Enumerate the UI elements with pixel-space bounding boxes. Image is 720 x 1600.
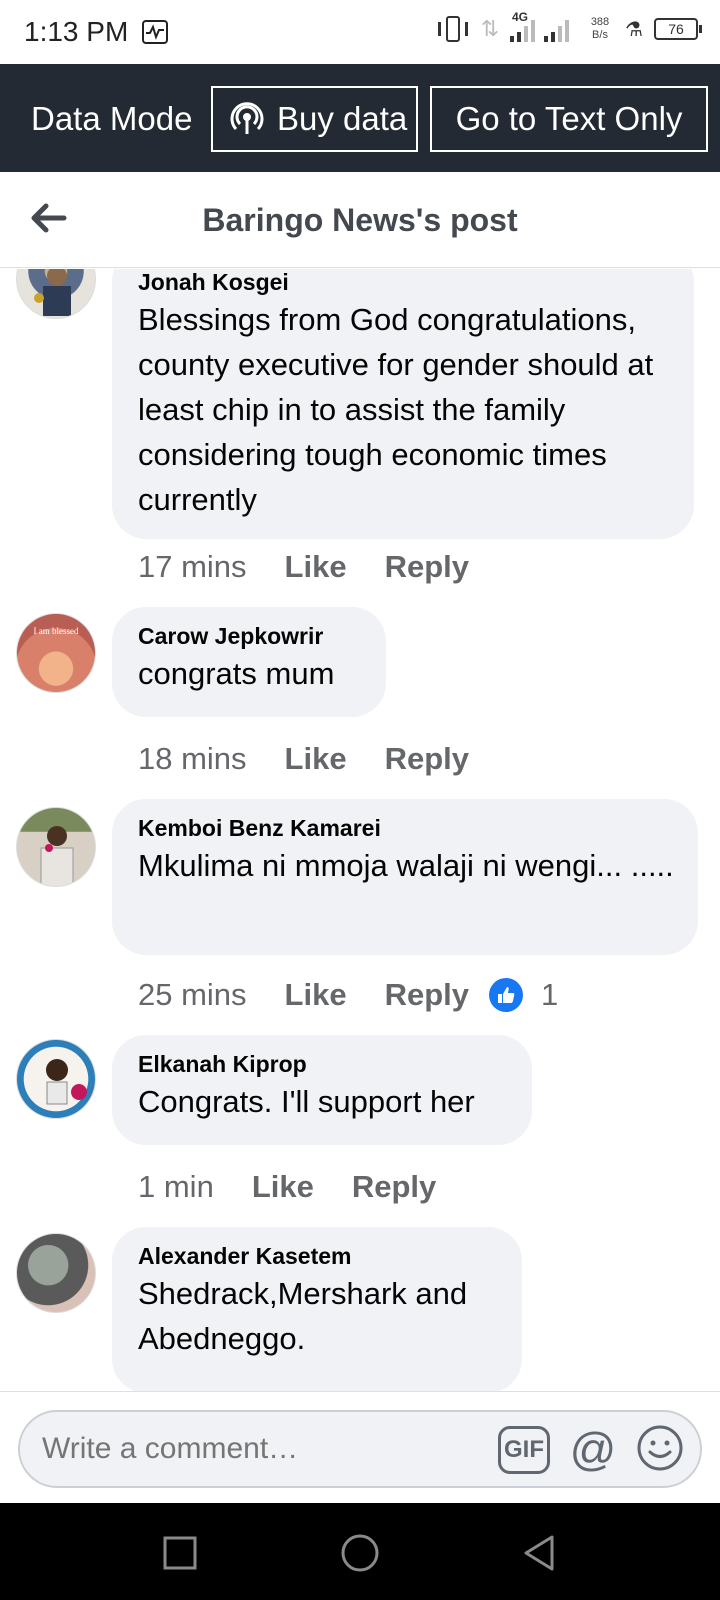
buy-data-label: Buy data: [277, 100, 408, 137]
emoji-icon[interactable]: [636, 1424, 684, 1472]
avatar[interactable]: [16, 807, 96, 887]
avatar[interactable]: [16, 1039, 96, 1119]
text-only-label: Go to Text Only: [455, 100, 683, 137]
comment-author[interactable]: Kemboi Benz Kamarei: [138, 813, 672, 843]
comment-time[interactable]: 1 min: [138, 1169, 214, 1205]
comment-text: Congrats. I'll support her: [138, 1084, 475, 1119]
signal-icon: 4G: [510, 10, 576, 44]
comment-time[interactable]: 25 mins: [138, 977, 247, 1013]
comment-author[interactable]: Alexander Kasetem: [138, 1241, 496, 1271]
comment-bubble[interactable]: Elkanah Kiprop Congrats. I'll support he…: [112, 1035, 532, 1145]
system-nav-bar: [0, 1503, 720, 1600]
avatar[interactable]: [16, 1233, 96, 1313]
comment-actions: 17 mins Like Reply: [138, 549, 469, 585]
text-only-button[interactable]: Go to Text Only: [430, 86, 708, 152]
like-button[interactable]: Like: [285, 977, 347, 1013]
comment-time[interactable]: 17 mins: [138, 549, 247, 585]
broadcast-icon: [230, 102, 264, 134]
post-header: Baringo News's post: [0, 172, 720, 268]
avatar[interactable]: I am blessed: [16, 613, 96, 693]
rate-unit: B/s: [592, 29, 608, 41]
vibrate-icon: [436, 14, 470, 44]
comment-bubble[interactable]: Kemboi Benz Kamarei Mkulima ni mmoja wal…: [112, 799, 698, 955]
data-arrows-icon: ⇅: [480, 16, 500, 41]
comment-author[interactable]: Carow Jepkowrir: [138, 621, 360, 651]
comment-bubble[interactable]: Carow Jepkowrir congrats mum: [112, 607, 386, 717]
reaction-summary[interactable]: 1: [489, 977, 558, 1013]
gif-button[interactable]: GIF: [498, 1426, 550, 1474]
mention-button[interactable]: @: [568, 1424, 618, 1474]
home-icon[interactable]: [340, 1533, 380, 1573]
page-title: Baringo News's post: [202, 202, 518, 238]
like-button[interactable]: Like: [285, 549, 347, 585]
reply-button[interactable]: Reply: [352, 1169, 436, 1205]
comment-text: Mkulima ni mmoja walaji ni wengi... ....…: [138, 848, 674, 883]
flask-icon: ⚗: [625, 18, 643, 41]
comment-author[interactable]: Elkanah Kiprop: [138, 1049, 506, 1079]
avatar-caption: I am blessed: [33, 626, 79, 636]
status-icons: ⇅ 4G 388 B/s ⚗ 76: [436, 10, 702, 44]
comment-composer: GIF @: [0, 1391, 720, 1503]
network-rate: 388 B/s: [586, 16, 614, 42]
status-bar: 1:13 PM ⇅ 4G 388 B/s ⚗ 76: [0, 0, 720, 64]
rate-value: 388: [590, 16, 610, 28]
recents-icon[interactable]: [160, 1533, 200, 1573]
reply-button[interactable]: Reply: [385, 977, 469, 1013]
comment-actions: 1 min Like Reply: [138, 1169, 436, 1205]
comment-author[interactable]: Jonah Kosgei: [138, 269, 668, 297]
comment-text: congrats mum: [138, 656, 335, 691]
status-time: 1:13 PM: [24, 16, 129, 47]
comment-bubble[interactable]: Alexander Kasetem Shedrack,Mershark and …: [112, 1227, 522, 1391]
data-mode-label: Data Mode: [31, 100, 193, 137]
battery-level: 76: [668, 21, 684, 37]
like-button[interactable]: Like: [252, 1169, 314, 1205]
activity-icon: [142, 20, 168, 44]
comment-bubble[interactable]: Jonah Kosgei Blessings from God congratu…: [112, 269, 694, 539]
comments-list[interactable]: Jonah Kosgei Blessings from God congratu…: [0, 269, 720, 1391]
avatar[interactable]: [16, 269, 96, 319]
comment-actions: 25 mins Like Reply 1: [138, 977, 558, 1013]
data-mode-bar: Data Mode Buy data Go to Text Only: [0, 64, 720, 172]
comment-text: Shedrack,Mershark and Abedneggo.: [138, 1276, 468, 1356]
battery-icon: 76: [654, 18, 702, 40]
reply-button[interactable]: Reply: [385, 549, 469, 585]
buy-data-button[interactable]: Buy data: [211, 86, 418, 152]
comment-actions: 18 mins Like Reply: [138, 741, 469, 777]
comment-text: Blessings from God congratulations, coun…: [138, 302, 654, 517]
reaction-count: 1: [541, 977, 559, 1012]
reply-button[interactable]: Reply: [385, 741, 469, 777]
like-button[interactable]: Like: [285, 741, 347, 777]
back-icon[interactable]: [520, 1533, 560, 1573]
comment-time[interactable]: 18 mins: [138, 741, 247, 777]
thumbs-up-icon: [489, 978, 523, 1012]
